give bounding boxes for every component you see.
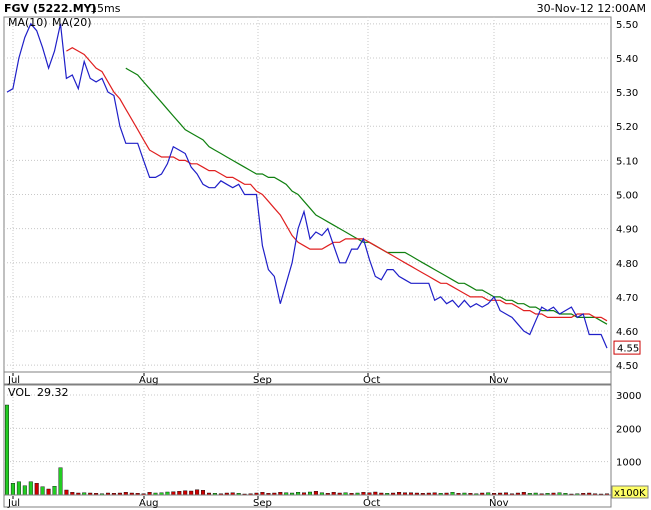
volume-panel: 3000 2000 1000 VOL 29.32 x100K — [3, 384, 649, 499]
price-y-tick: 4.50 — [616, 361, 638, 372]
stock-chart: FGV (5222.MY) 15ms 30-Nov-12 12:00AM 5.5… — [3, 2, 649, 509]
price-month-label: Nov — [489, 375, 509, 386]
volume-x-axis-strip — [3, 494, 612, 508]
volume-plot-frame — [3, 384, 612, 496]
price-y-tick: 5.50 — [616, 20, 638, 31]
last-price-value: 4.55 — [617, 344, 639, 355]
price-y-tick: 5.40 — [616, 54, 638, 65]
price-line — [6, 22, 608, 349]
volume-bar — [10, 483, 15, 496]
price-month-label: Jul — [7, 375, 20, 386]
price-y-tick: 5.00 — [616, 191, 638, 202]
ma20-line — [125, 67, 608, 325]
volume-bar — [52, 486, 57, 496]
volume-month-label: Oct — [363, 498, 380, 509]
price-y-tick: 5.10 — [616, 156, 638, 167]
price-panel: 5.50 5.40 5.30 5.20 5.10 5.00 4.90 4.80 4.70 4.60… — [3, 16, 641, 373]
volume-bar — [195, 489, 200, 496]
volume-bar — [58, 467, 63, 496]
price-y-tick: 4.90 — [616, 225, 638, 236]
volume-unit-label: x100K — [614, 488, 646, 499]
price-month-label: Aug — [139, 375, 159, 386]
interval-label: 15ms — [90, 2, 121, 15]
volume-y-tick: 1000 — [616, 458, 641, 469]
volume-bar — [189, 490, 194, 496]
ma20-legend: MA(20) — [52, 16, 92, 29]
price-y-tick: 5.20 — [616, 122, 638, 133]
volume-bar — [183, 490, 188, 496]
symbol-label: FGV (5222.MY) — [4, 2, 97, 15]
volume-bar — [313, 491, 318, 496]
price-grid — [4, 17, 611, 372]
volume-y-axis: 3000 2000 1000 — [616, 391, 641, 469]
volume-y-tick: 2000 — [616, 424, 641, 435]
ma10-legend: MA(10) — [8, 16, 48, 29]
volume-bar — [40, 486, 45, 496]
volume-bar — [64, 489, 69, 496]
price-y-tick: 4.80 — [616, 259, 638, 270]
volume-bar — [177, 491, 182, 496]
price-lines — [6, 22, 608, 349]
volume-bar — [28, 481, 33, 496]
volume-month-label: Jul — [7, 498, 20, 509]
price-y-tick: 5.30 — [616, 88, 638, 99]
volume-bar — [4, 404, 9, 496]
volume-bars — [4, 404, 610, 496]
price-y-tick: 4.70 — [616, 293, 638, 304]
price-y-tick: 4.60 — [616, 327, 638, 338]
price-x-axis-strip — [3, 371, 612, 385]
price-month-label: Oct — [363, 375, 380, 386]
volume-bar — [200, 490, 205, 496]
volume-month-label: Sep — [253, 498, 272, 509]
volume-y-tick: 3000 — [616, 391, 641, 402]
volume-last-value: 29.32 — [37, 386, 69, 399]
price-y-axis: 5.50 5.40 5.30 5.20 5.10 5.00 4.90 4.80 4.70 4.60… — [616, 20, 638, 372]
volume-month-label: Nov — [489, 498, 509, 509]
price-month-label: Sep — [253, 375, 272, 386]
timestamp-label: 30-Nov-12 12:00AM — [537, 2, 646, 15]
volume-month-label: Aug — [139, 498, 159, 509]
ma10-line — [66, 47, 608, 322]
last-price-box: 4.55 — [613, 340, 641, 355]
volume-grid — [4, 385, 611, 495]
volume-bar — [16, 481, 21, 496]
volume-bar — [34, 483, 39, 496]
volume-legend: VOL — [8, 386, 31, 399]
volume-bar — [22, 485, 27, 496]
volume-bar — [46, 488, 51, 496]
